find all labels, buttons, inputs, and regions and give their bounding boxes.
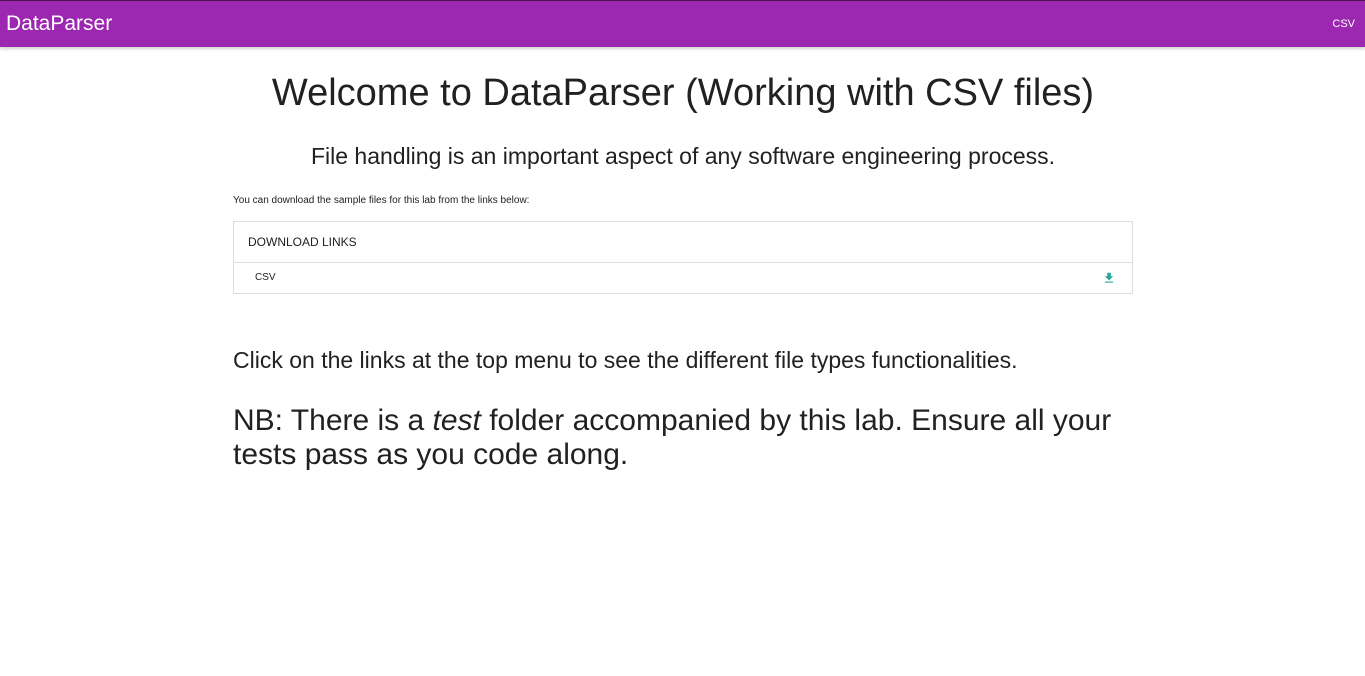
note-emphasis: test bbox=[432, 404, 481, 437]
download-links-header: DOWNLOAD LINKS bbox=[234, 222, 1132, 263]
note-text-before: NB: There is a bbox=[233, 404, 433, 437]
top-navbar: DataParser CSV bbox=[0, 0, 1365, 47]
brand-logo[interactable]: DataParser bbox=[6, 12, 112, 36]
page-subtitle: File handling is an important aspect of … bbox=[310, 143, 1056, 169]
page-title: Welcome to DataParser (Working with CSV … bbox=[271, 72, 1095, 114]
instruction-text: Click on the links at the top menu to se… bbox=[233, 347, 1018, 373]
download-links-panel: DOWNLOAD LINKS CSV bbox=[233, 221, 1133, 294]
download-item-csv[interactable]: CSV bbox=[234, 263, 1132, 293]
download-icon[interactable] bbox=[1102, 271, 1116, 285]
intro-text: You can download the sample files for th… bbox=[233, 195, 530, 206]
note-text: NB: There is a test folder accompanied b… bbox=[233, 404, 1133, 472]
nav-link-csv[interactable]: CSV bbox=[1332, 17, 1355, 31]
download-item-label: CSV bbox=[255, 272, 276, 283]
